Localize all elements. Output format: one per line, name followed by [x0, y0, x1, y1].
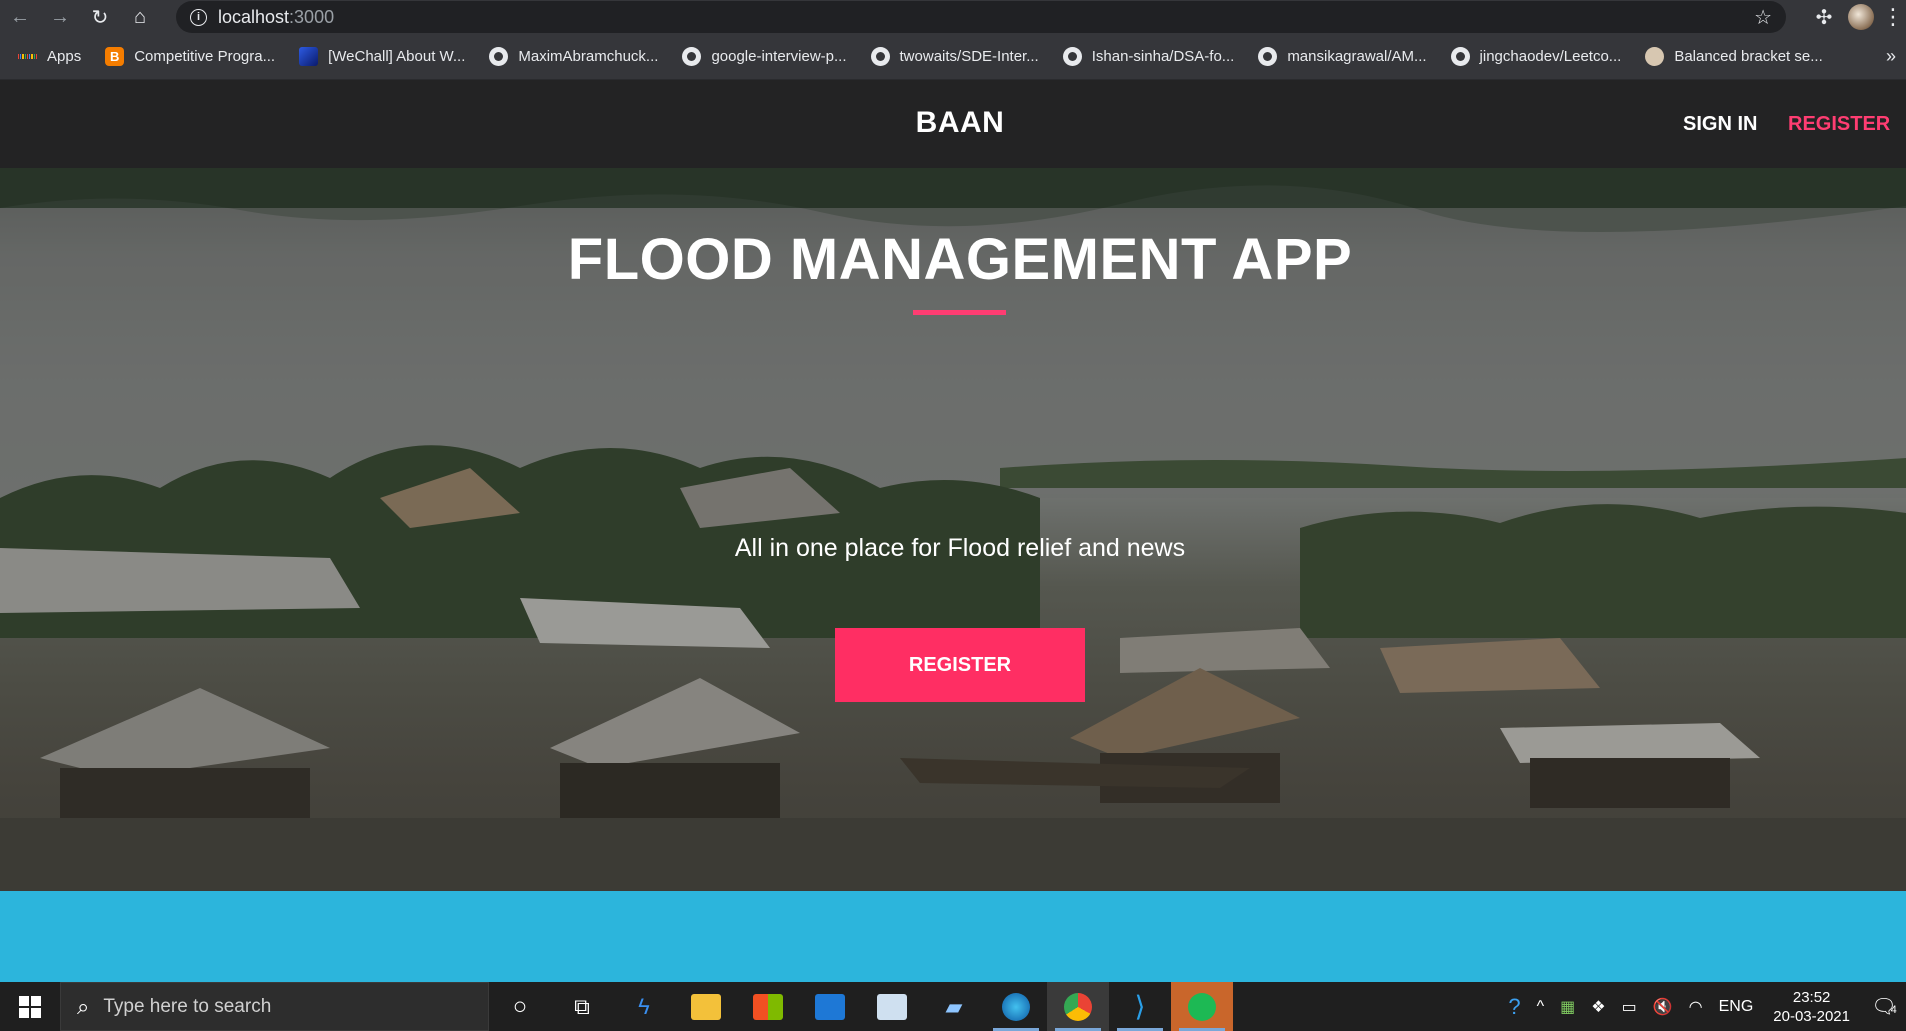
bookmarks-bar: Apps B Competitive Progra... [WeChall] A…: [0, 34, 1906, 80]
hero-section: FLOOD MANAGEMENT APP All in one place fo…: [0, 168, 1906, 891]
windows-taskbar: ⌕ Type here to search ○ ⧉ ϟ ▰ ⟩ ? ^ ▦ ❖ …: [0, 982, 1906, 1031]
task-view-icon[interactable]: ⧉: [551, 982, 613, 1031]
blue-section-band: [0, 891, 1906, 982]
clock-time: 23:52: [1792, 988, 1831, 1006]
help-icon[interactable]: ?: [1500, 994, 1528, 1020]
taskbar-clock[interactable]: 23:52 20-03-2021: [1761, 988, 1862, 1026]
remote-desktop-icon[interactable]: ▰: [923, 982, 985, 1031]
bookmark-star-icon[interactable]: ☆: [1754, 5, 1772, 30]
bookmarks-overflow-icon[interactable]: »: [1886, 46, 1896, 67]
bookmark-google-interview[interactable]: google-interview-p...: [682, 47, 847, 66]
bookmark-jingchaodev[interactable]: jingchaodev/Leetco...: [1450, 47, 1621, 66]
bookmark-twowaits[interactable]: twowaits/SDE-Inter...: [870, 47, 1039, 66]
sign-in-link[interactable]: SIGN IN: [1683, 113, 1757, 136]
bookmark-ishan-sinha[interactable]: Ishan-sinha/DSA-fo...: [1062, 47, 1234, 66]
hero-title: FLOOD MANAGEMENT APP: [567, 227, 1353, 292]
apps-grid-icon: [18, 47, 37, 66]
address-url[interactable]: localhost:3000: [218, 7, 334, 28]
edge-icon[interactable]: [985, 982, 1047, 1031]
github-icon: [870, 47, 890, 66]
web-page: BAAN SIGN IN REGISTER FLOOD MANAGEMENT A…: [0, 80, 1906, 982]
wifi-icon[interactable]: ◠: [1681, 997, 1711, 1017]
photos-icon[interactable]: [861, 982, 923, 1031]
show-hidden-icons-icon[interactable]: ^: [1529, 998, 1553, 1016]
system-tray: ? ^ ▦ ❖ ▭ 🔇 ◠ ENG 23:52 20-03-2021 🗨 4: [1500, 982, 1906, 1031]
search-icon: ⌕: [77, 993, 90, 1019]
microsoft-store-icon[interactable]: [737, 982, 799, 1031]
profile-avatar[interactable]: [1848, 4, 1874, 30]
language-indicator[interactable]: ENG: [1711, 998, 1762, 1016]
spotify-icon[interactable]: [1171, 982, 1233, 1031]
reload-icon[interactable]: ↻: [80, 0, 120, 34]
clock-date: 20-03-2021: [1773, 1007, 1850, 1025]
home-icon[interactable]: ⌂: [120, 0, 160, 34]
browser-toolbar: ← → ↻ ⌂ i localhost:3000 ☆ ✣ ⋮: [0, 0, 1906, 34]
back-icon[interactable]: ←: [0, 0, 40, 34]
bookmark-wechall[interactable]: [WeChall] About W...: [299, 47, 465, 66]
taskbar-search[interactable]: ⌕ Type here to search: [60, 982, 489, 1031]
title-underline: [913, 310, 1006, 315]
bookmark-balanced-bracket[interactable]: Balanced bracket se...: [1645, 47, 1823, 66]
volume-muted-icon[interactable]: 🔇: [1645, 997, 1681, 1017]
github-icon: [1258, 47, 1278, 66]
start-button[interactable]: [0, 982, 60, 1031]
bookmark-mansikagrawal[interactable]: mansikagrawal/AM...: [1258, 47, 1427, 66]
github-icon: [1062, 47, 1082, 66]
vscode-icon[interactable]: ⟩: [1109, 982, 1171, 1031]
github-icon: [1450, 47, 1470, 66]
wechall-icon: [299, 47, 319, 66]
tray-app-icon[interactable]: ▦: [1552, 997, 1583, 1017]
notification-count: 4: [1890, 1004, 1897, 1016]
chrome-icon[interactable]: [1047, 982, 1109, 1031]
windows-logo-icon: [19, 995, 41, 1018]
forward-icon[interactable]: →: [40, 0, 80, 34]
register-link[interactable]: REGISTER: [1788, 113, 1890, 136]
app-icon-lightning[interactable]: ϟ: [613, 982, 675, 1031]
site-header: BAAN SIGN IN REGISTER: [0, 80, 1906, 168]
hero-subtitle: All in one place for Flood relief and ne…: [734, 534, 1186, 562]
bookmark-maximabramchuck[interactable]: MaximAbramchuck...: [489, 47, 658, 66]
browser-menu-icon[interactable]: ⋮: [1880, 6, 1906, 28]
action-center-icon[interactable]: 🗨 4: [1862, 994, 1906, 1019]
bookmark-apps[interactable]: Apps: [18, 47, 81, 66]
hero-register-button[interactable]: REGISTER: [835, 628, 1085, 702]
battery-icon[interactable]: ▭: [1614, 997, 1645, 1017]
github-icon: [489, 47, 509, 66]
taskbar-search-placeholder: Type here to search: [103, 995, 272, 1017]
file-explorer-icon[interactable]: [675, 982, 737, 1031]
mail-icon[interactable]: [799, 982, 861, 1031]
github-icon: [682, 47, 702, 66]
cortana-icon[interactable]: ○: [489, 982, 551, 1031]
extensions-puzzle-icon[interactable]: ✣: [1806, 5, 1842, 30]
site-info-icon[interactable]: i: [190, 8, 207, 26]
bookmark-competitive-programming[interactable]: B Competitive Progra...: [105, 47, 275, 66]
site-favicon-icon: [1645, 47, 1665, 66]
brand-logo[interactable]: BAAN: [0, 106, 1906, 140]
address-bar[interactable]: i localhost:3000 ☆: [176, 1, 1786, 33]
blogger-icon: B: [105, 47, 125, 66]
dropbox-icon[interactable]: ❖: [1583, 997, 1613, 1017]
